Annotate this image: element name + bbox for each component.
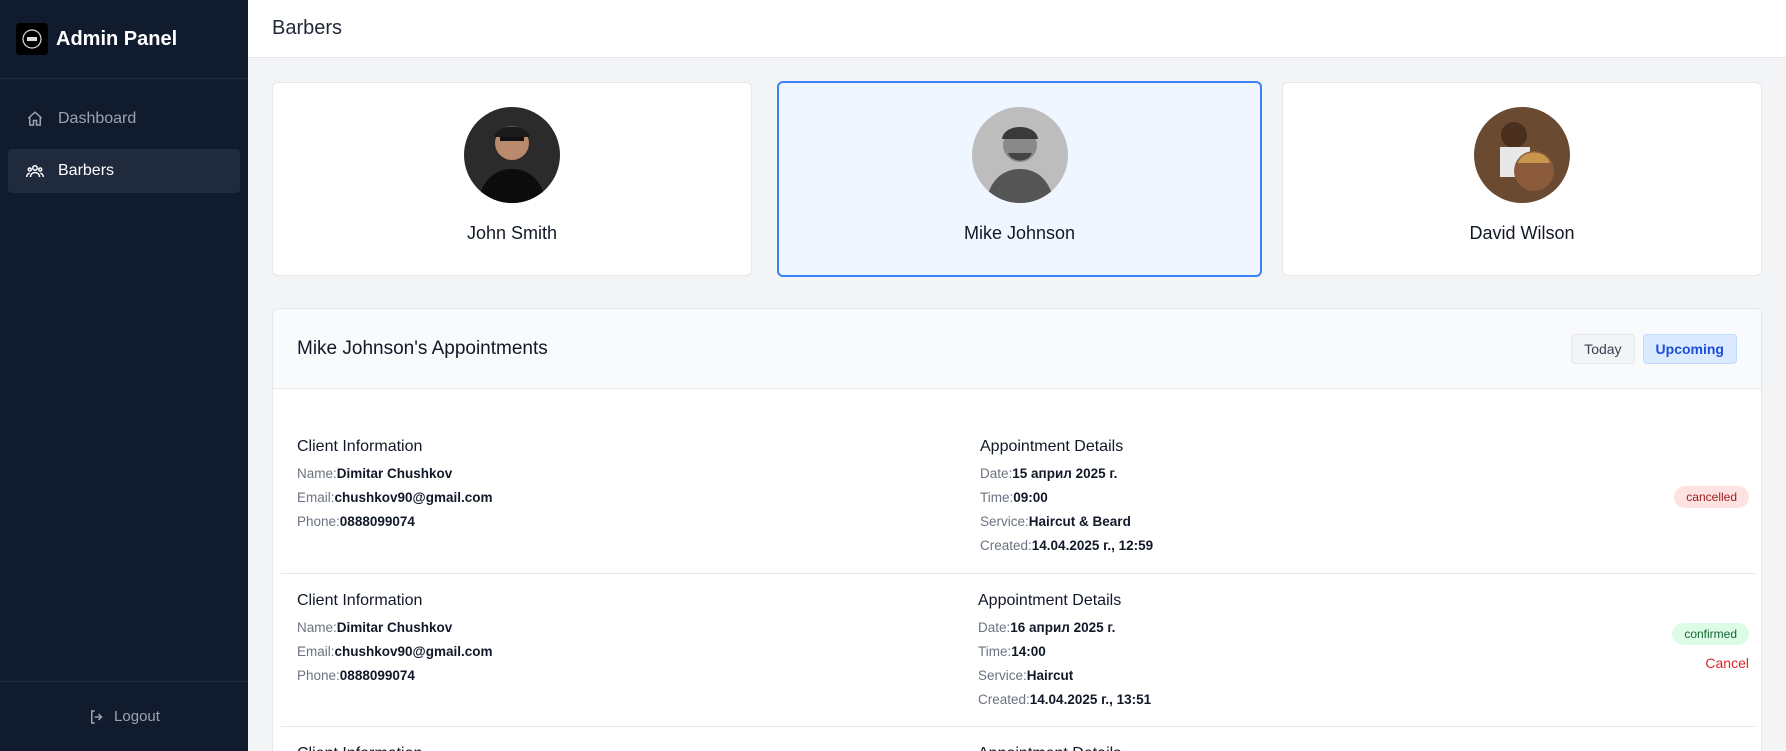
details-section-title: Appointment Details [978,592,1122,609]
logo-icon [16,23,48,55]
appointments-panel: Mike Johnson's Appointments Today Upcomi… [272,308,1762,751]
client-info: Client Information Name:Dimitar Chushkov… [297,592,492,688]
client-section-title: Client Information [297,745,422,751]
cancel-appointment-button[interactable]: Cancel [1705,655,1749,671]
main-content: Barbers John Smith Mike Johnson David Wi… [248,0,1786,751]
service-line: Service:Haircut & Beard [980,514,1131,529]
users-icon [26,165,44,178]
filter-today-button[interactable]: Today [1571,333,1635,364]
barber-card-david-wilson[interactable]: David Wilson [1282,82,1762,276]
appointment-row: Client Information Name:Dimitar Chushkov… [281,424,1755,574]
time-line: Time:09:00 [980,490,1048,505]
date-line: Date:16 април 2025 г. [978,620,1116,635]
client-phone-line: Phone:0888099074 [297,514,415,529]
sidebar-item-barbers[interactable]: Barbers [8,149,240,193]
status-badge: cancelled [1674,486,1749,508]
service-line: Service:Haircut [978,668,1074,683]
sidebar-item-dashboard[interactable]: Dashboard [8,97,240,141]
client-email-line: Email:chushkov90@gmail.com [297,490,493,505]
barber-card-mike-johnson[interactable]: Mike Johnson [777,81,1262,277]
date-line: Date:15 април 2025 г. [980,466,1118,481]
status-badge: confirmed [1672,623,1749,645]
client-phone-line: Phone:0888099074 [297,668,415,683]
appointment-details: Appointment Details Date:15 април 2025 г… [980,438,1153,558]
details-section-title: Appointment Details [978,745,1121,751]
sidebar-item-label: Dashboard [58,110,137,127]
barber-name: Mike Johnson [963,223,1076,243]
barber-name: David Wilson [1469,223,1575,243]
client-email-line: Email:chushkov90@gmail.com [297,644,493,659]
home-icon [27,111,43,126]
appointment-filters: Today Upcoming [1571,333,1737,364]
brand: Admin Panel [0,0,248,79]
details-section-title: Appointment Details [980,438,1124,455]
avatar [464,107,560,203]
appointment-row: Client Information Appointment Details [281,728,1755,751]
barber-name: John Smith [466,223,558,243]
client-name-line: Name:Dimitar Chushkov [297,620,453,635]
page-title: Barbers [272,17,343,39]
appointment-row: Client Information Name:Dimitar Chushkov… [281,575,1755,727]
created-line: Created:14.04.2025 г., 12:59 [980,538,1154,553]
app-title: Admin Panel [56,27,178,50]
filter-upcoming-button[interactable]: Upcoming [1642,333,1737,364]
logout-icon [91,709,103,724]
client-name-line: Name:Dimitar Chushkov [297,466,453,481]
appointments-header: Mike Johnson's Appointments Today Upcomi… [273,309,1761,389]
appointment-details: Appointment Details [978,745,1121,751]
logout-label: Logout [114,708,160,725]
topbar: Barbers [248,0,1786,58]
barber-card-john-smith[interactable]: John Smith [272,82,752,276]
client-section-title: Client Information [297,438,423,455]
sidebar: Admin Panel Dashboard Barbers Logout [0,0,248,751]
sidebar-nav: Dashboard Barbers [0,79,248,193]
client-section-title: Client Information [297,592,423,609]
client-info: Client Information [297,745,422,751]
sidebar-item-label: Barbers [58,162,115,179]
avatar [971,107,1068,203]
logout-button[interactable]: Logout [0,681,248,751]
appointment-details: Appointment Details Date:16 април 2025 г… [978,592,1151,712]
client-info: Client Information Name:Dimitar Chushkov… [297,438,492,534]
time-line: Time:14:00 [978,644,1046,659]
barber-list: John Smith Mike Johnson David Wilson [272,81,1762,277]
created-line: Created:14.04.2025 г., 13:51 [978,692,1152,707]
avatar [1474,107,1570,203]
appointments-title: Mike Johnson's Appointments [297,337,548,359]
